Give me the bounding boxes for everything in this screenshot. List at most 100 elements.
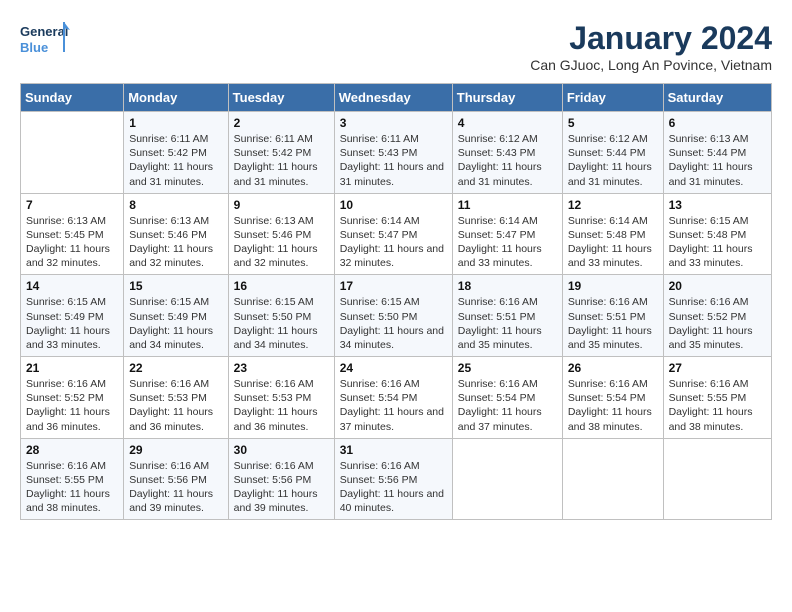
calendar-cell: 22 Sunrise: 6:16 AMSunset: 5:53 PMDaylig… [124,357,228,439]
header-tuesday: Tuesday [228,84,334,112]
calendar-cell: 21 Sunrise: 6:16 AMSunset: 5:52 PMDaylig… [21,357,124,439]
day-number: 24 [340,361,447,375]
day-info: Sunrise: 6:14 AMSunset: 5:47 PMDaylight:… [340,214,447,271]
day-number: 30 [234,443,329,457]
day-info: Sunrise: 6:16 AMSunset: 5:55 PMDaylight:… [669,377,766,434]
day-info: Sunrise: 6:13 AMSunset: 5:44 PMDaylight:… [669,132,766,189]
title-block: January 2024 Can GJuoc, Long An Povince,… [530,20,772,73]
day-info: Sunrise: 6:14 AMSunset: 5:47 PMDaylight:… [458,214,557,271]
day-info: Sunrise: 6:15 AMSunset: 5:49 PMDaylight:… [26,295,118,352]
day-info: Sunrise: 6:13 AMSunset: 5:46 PMDaylight:… [234,214,329,271]
calendar-cell: 11 Sunrise: 6:14 AMSunset: 5:47 PMDaylig… [452,193,562,275]
calendar-cell: 20 Sunrise: 6:16 AMSunset: 5:52 PMDaylig… [663,275,771,357]
calendar-cell: 6 Sunrise: 6:13 AMSunset: 5:44 PMDayligh… [663,112,771,194]
week-row-1: 1 Sunrise: 6:11 AMSunset: 5:42 PMDayligh… [21,112,772,194]
day-info: Sunrise: 6:15 AMSunset: 5:50 PMDaylight:… [340,295,447,352]
week-row-4: 21 Sunrise: 6:16 AMSunset: 5:52 PMDaylig… [21,357,772,439]
day-info: Sunrise: 6:16 AMSunset: 5:56 PMDaylight:… [129,459,222,516]
day-number: 29 [129,443,222,457]
day-number: 4 [458,116,557,130]
day-number: 12 [568,198,658,212]
day-info: Sunrise: 6:16 AMSunset: 5:51 PMDaylight:… [458,295,557,352]
calendar-table: SundayMondayTuesdayWednesdayThursdayFrid… [20,83,772,520]
calendar-cell: 26 Sunrise: 6:16 AMSunset: 5:54 PMDaylig… [562,357,663,439]
day-number: 3 [340,116,447,130]
day-info: Sunrise: 6:15 AMSunset: 5:49 PMDaylight:… [129,295,222,352]
day-info: Sunrise: 6:16 AMSunset: 5:52 PMDaylight:… [669,295,766,352]
week-row-5: 28 Sunrise: 6:16 AMSunset: 5:55 PMDaylig… [21,438,772,520]
day-number: 15 [129,279,222,293]
day-info: Sunrise: 6:14 AMSunset: 5:48 PMDaylight:… [568,214,658,271]
day-number: 7 [26,198,118,212]
day-info: Sunrise: 6:16 AMSunset: 5:54 PMDaylight:… [340,377,447,434]
calendar-cell: 4 Sunrise: 6:12 AMSunset: 5:43 PMDayligh… [452,112,562,194]
calendar-cell: 18 Sunrise: 6:16 AMSunset: 5:51 PMDaylig… [452,275,562,357]
day-number: 16 [234,279,329,293]
day-number: 17 [340,279,447,293]
page-header: General Blue January 2024 Can GJuoc, Lon… [20,20,772,73]
location: Can GJuoc, Long An Povince, Vietnam [530,57,772,73]
day-info: Sunrise: 6:13 AMSunset: 5:46 PMDaylight:… [129,214,222,271]
day-number: 2 [234,116,329,130]
day-number: 26 [568,361,658,375]
calendar-cell: 13 Sunrise: 6:15 AMSunset: 5:48 PMDaylig… [663,193,771,275]
day-info: Sunrise: 6:16 AMSunset: 5:53 PMDaylight:… [129,377,222,434]
calendar-cell: 8 Sunrise: 6:13 AMSunset: 5:46 PMDayligh… [124,193,228,275]
day-info: Sunrise: 6:12 AMSunset: 5:43 PMDaylight:… [458,132,557,189]
day-number: 14 [26,279,118,293]
calendar-cell: 27 Sunrise: 6:16 AMSunset: 5:55 PMDaylig… [663,357,771,439]
header-saturday: Saturday [663,84,771,112]
calendar-cell: 7 Sunrise: 6:13 AMSunset: 5:45 PMDayligh… [21,193,124,275]
day-number: 25 [458,361,557,375]
day-info: Sunrise: 6:15 AMSunset: 5:50 PMDaylight:… [234,295,329,352]
day-info: Sunrise: 6:12 AMSunset: 5:44 PMDaylight:… [568,132,658,189]
day-number: 28 [26,443,118,457]
calendar-cell: 10 Sunrise: 6:14 AMSunset: 5:47 PMDaylig… [334,193,452,275]
calendar-cell: 5 Sunrise: 6:12 AMSunset: 5:44 PMDayligh… [562,112,663,194]
calendar-cell: 9 Sunrise: 6:13 AMSunset: 5:46 PMDayligh… [228,193,334,275]
calendar-cell: 29 Sunrise: 6:16 AMSunset: 5:56 PMDaylig… [124,438,228,520]
week-row-2: 7 Sunrise: 6:13 AMSunset: 5:45 PMDayligh… [21,193,772,275]
day-number: 23 [234,361,329,375]
day-number: 22 [129,361,222,375]
header-thursday: Thursday [452,84,562,112]
calendar-header-row: SundayMondayTuesdayWednesdayThursdayFrid… [21,84,772,112]
day-info: Sunrise: 6:13 AMSunset: 5:45 PMDaylight:… [26,214,118,271]
svg-text:General: General [20,24,68,39]
day-number: 1 [129,116,222,130]
calendar-cell: 23 Sunrise: 6:16 AMSunset: 5:53 PMDaylig… [228,357,334,439]
logo: General Blue [20,20,70,65]
day-info: Sunrise: 6:15 AMSunset: 5:48 PMDaylight:… [669,214,766,271]
calendar-cell: 31 Sunrise: 6:16 AMSunset: 5:56 PMDaylig… [334,438,452,520]
calendar-cell: 12 Sunrise: 6:14 AMSunset: 5:48 PMDaylig… [562,193,663,275]
calendar-cell: 1 Sunrise: 6:11 AMSunset: 5:42 PMDayligh… [124,112,228,194]
logo-svg: General Blue [20,20,70,65]
week-row-3: 14 Sunrise: 6:15 AMSunset: 5:49 PMDaylig… [21,275,772,357]
day-number: 6 [669,116,766,130]
calendar-cell: 24 Sunrise: 6:16 AMSunset: 5:54 PMDaylig… [334,357,452,439]
day-info: Sunrise: 6:16 AMSunset: 5:51 PMDaylight:… [568,295,658,352]
header-sunday: Sunday [21,84,124,112]
day-info: Sunrise: 6:11 AMSunset: 5:42 PMDaylight:… [129,132,222,189]
day-number: 18 [458,279,557,293]
calendar-cell: 14 Sunrise: 6:15 AMSunset: 5:49 PMDaylig… [21,275,124,357]
header-wednesday: Wednesday [334,84,452,112]
day-number: 31 [340,443,447,457]
day-info: Sunrise: 6:16 AMSunset: 5:56 PMDaylight:… [340,459,447,516]
calendar-cell: 16 Sunrise: 6:15 AMSunset: 5:50 PMDaylig… [228,275,334,357]
day-number: 5 [568,116,658,130]
day-info: Sunrise: 6:16 AMSunset: 5:54 PMDaylight:… [458,377,557,434]
day-number: 8 [129,198,222,212]
day-info: Sunrise: 6:16 AMSunset: 5:56 PMDaylight:… [234,459,329,516]
calendar-cell: 2 Sunrise: 6:11 AMSunset: 5:42 PMDayligh… [228,112,334,194]
calendar-cell [452,438,562,520]
day-info: Sunrise: 6:16 AMSunset: 5:53 PMDaylight:… [234,377,329,434]
calendar-cell [21,112,124,194]
header-friday: Friday [562,84,663,112]
day-number: 9 [234,198,329,212]
day-number: 21 [26,361,118,375]
calendar-cell: 28 Sunrise: 6:16 AMSunset: 5:55 PMDaylig… [21,438,124,520]
day-number: 10 [340,198,447,212]
header-monday: Monday [124,84,228,112]
svg-text:Blue: Blue [20,40,48,55]
